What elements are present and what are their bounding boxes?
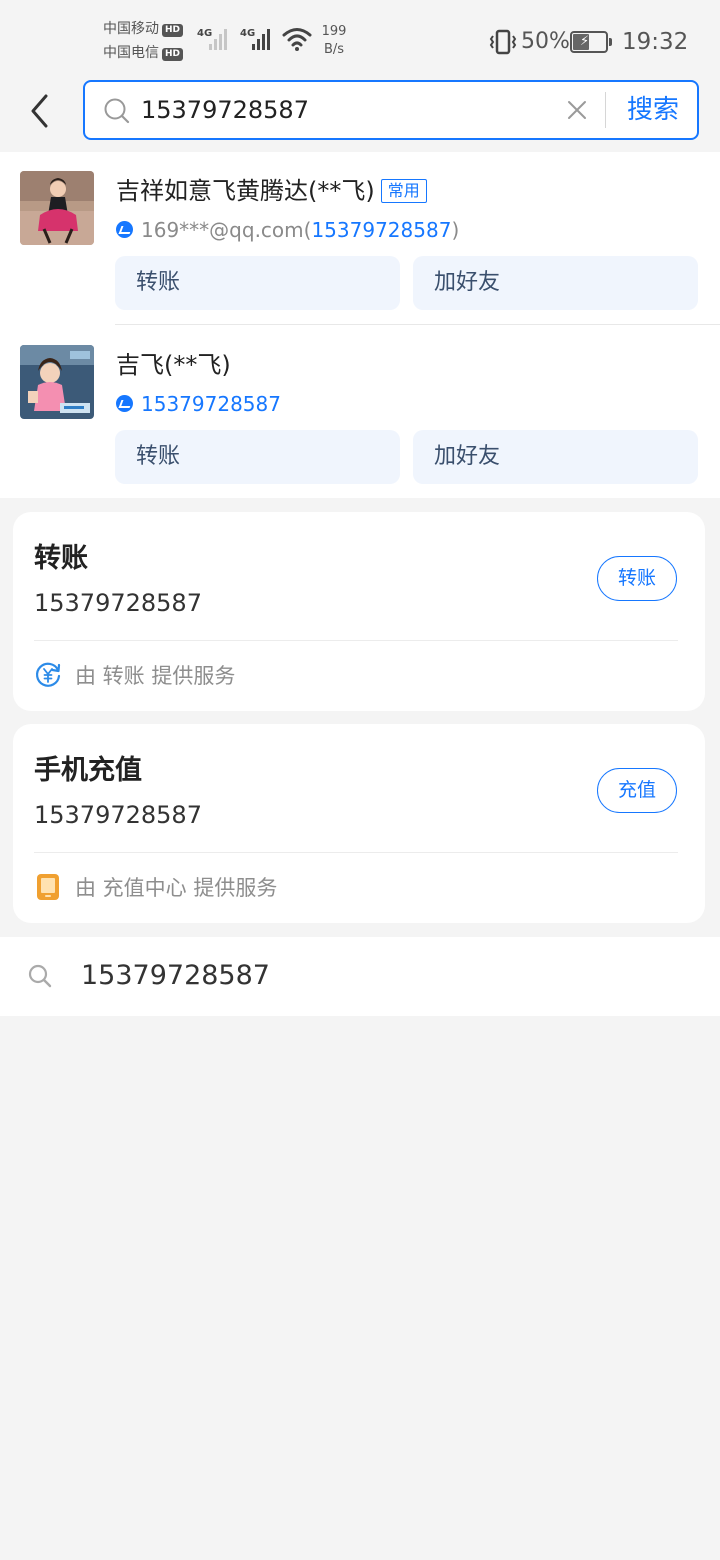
transfer-service-card[interactable]: 转账 15379728587 转账 由 转账 提供服务 [13,512,705,711]
avatar [20,345,94,419]
hd-badge: HD [162,48,184,61]
service-title: 手机充值 [34,755,142,786]
vibrate-icon [489,29,517,55]
net-speed-value: 199 [321,24,347,39]
service-number: 15379728587 [34,589,202,617]
carrier-1: 中国移动 HD [103,21,184,37]
divider [34,640,678,641]
alipay-icon [116,221,133,238]
alipay-icon [116,395,133,412]
search-input[interactable]: 15379728587 [141,95,309,125]
search-submit-button[interactable]: 搜索 [627,94,679,126]
service-number: 15379728587 [34,801,202,829]
transfer-button[interactable]: 转账 [115,256,400,310]
provider-text: 由 充值中心 提供服务 [75,876,278,900]
search-divider [605,92,606,128]
recharge-service-button[interactable]: 充值 [597,768,677,813]
contact-name-row: 吉祥如意飞黄腾达(**飞) 常用 [116,174,427,208]
search-icon [104,98,130,124]
net-speed: 199 B/s [319,23,349,59]
avatar [20,171,94,245]
carrier-1-label: 中国移动 [103,21,159,37]
carrier-2: 中国电信 HD [103,45,184,61]
contact-actions: 转账 加好友 [115,256,698,310]
provider-text: 由 转账 提供服务 [75,664,236,688]
contact-item[interactable]: 吉祥如意飞黄腾达(**飞) 常用 169***@qq.com(1537972858… [0,152,720,326]
hd-badge: HD [162,24,184,37]
search-input-box[interactable]: 15379728587 搜索 [83,80,699,140]
contact-name: 吉飞(**飞) [116,351,231,379]
add-friend-button[interactable]: 加好友 [413,256,698,310]
contact-account: 15379728587 [116,390,281,418]
suggestion-text: 15379728587 [81,960,270,991]
contact-email: 169***@qq.com( [141,218,312,242]
divider [34,852,678,853]
contact-actions: 转账 加好友 [115,430,698,484]
battery-icon: ⚡ [570,31,612,53]
transfer-service-button[interactable]: 转账 [597,556,677,601]
search-header: 15379728587 搜索 [0,70,720,150]
phone-icon [37,874,59,900]
close-icon[interactable] [566,99,588,121]
contact-phone: 15379728587 [311,218,452,242]
divider [115,324,720,325]
recharge-service-card[interactable]: 手机充值 15379728587 充值 由 充值中心 提供服务 [13,724,705,923]
yuan-transfer-icon [35,662,61,687]
back-chevron-icon[interactable] [26,92,56,130]
transfer-button[interactable]: 转账 [115,430,400,484]
add-friend-button[interactable]: 加好友 [413,430,698,484]
status-bar: 中国移动 HD 中国电信 HD 4G 4G 199 B/s 50% ⚡ 19:32 [0,0,720,80]
frequent-badge: 常用 [380,179,427,203]
service-title: 转账 [34,543,88,574]
wifi-icon [282,28,312,51]
contact-phone: 15379728587 [141,392,281,416]
contact-account-suffix: ) [451,218,460,242]
contact-account: 169***@qq.com(15379728587) [116,216,459,244]
battery-percent: 50% [521,29,570,54]
carrier-2-label: 中国电信 [103,45,159,61]
contact-name-row: 吉飞(**飞) [116,348,231,382]
contact-results: 吉祥如意飞黄腾达(**飞) 常用 169***@qq.com(1537972858… [0,152,720,498]
contact-name: 吉祥如意飞黄腾达(**飞) [116,177,375,205]
search-suggestion-item[interactable]: 15379728587 [0,937,720,1016]
search-icon [28,964,52,988]
net-speed-unit: B/s [323,42,345,57]
clock: 19:32 [622,29,689,55]
contact-item[interactable]: 吉飞(**飞) 15379728587 转账 加好友 [0,326,720,500]
